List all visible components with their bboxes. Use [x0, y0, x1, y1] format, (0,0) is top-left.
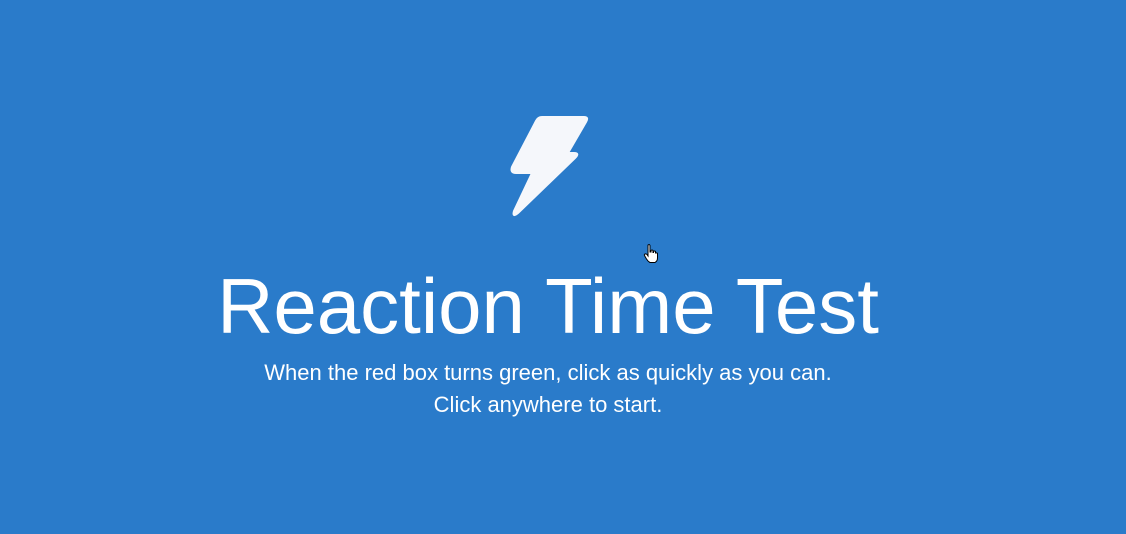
lightning-bolt-icon [510, 116, 589, 217]
page-title: Reaction Time Test [217, 262, 879, 350]
instruction-line: Click anywhere to start. [433, 392, 663, 417]
start-click-area[interactable]: Reaction Time Test When the red box turn… [0, 0, 1126, 534]
instruction-line: When the red box turns green, click as q… [264, 360, 832, 385]
hand-cursor-icon [643, 244, 658, 263]
instructions: When the red box turns green, click as q… [0, 357, 1096, 421]
